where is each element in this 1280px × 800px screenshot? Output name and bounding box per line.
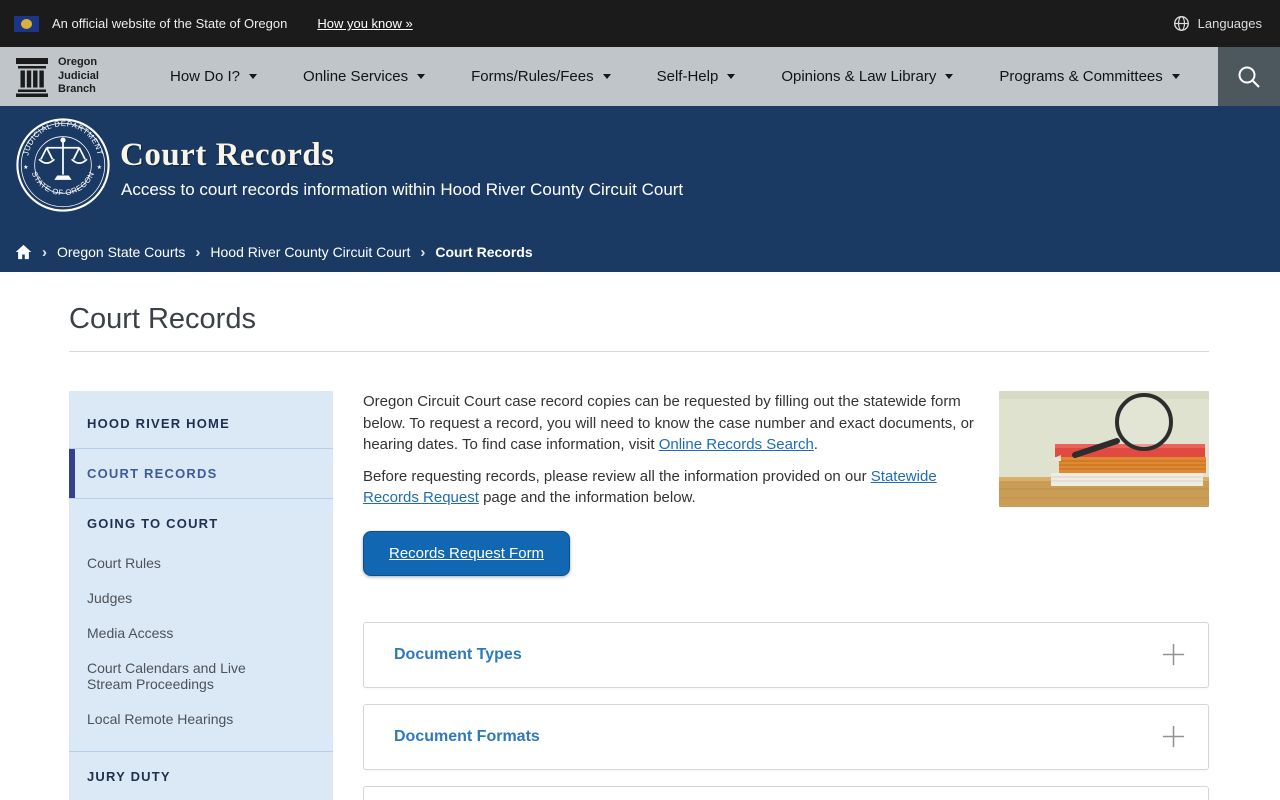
divider [69, 351, 1209, 352]
search-button[interactable] [1218, 47, 1280, 106]
chevron-down-icon [945, 74, 954, 79]
nav-programs-committees[interactable]: Programs & Committees [999, 68, 1180, 85]
how-you-know-link[interactable]: How you know » [317, 16, 412, 31]
chevron-right-icon: › [42, 243, 47, 261]
nav-online-services[interactable]: Online Services [303, 68, 426, 85]
online-records-search-link[interactable]: Online Records Search [659, 436, 814, 453]
main-content: Oregon Circuit Court case record copies … [363, 391, 1209, 800]
accordion-document-types[interactable]: Document Types [363, 621, 1209, 688]
breadcrumb-oregon-state-courts[interactable]: Oregon State Courts [57, 244, 185, 260]
sidebar-item-going-to-court[interactable]: GOING TO COURT [69, 499, 333, 539]
sidebar-item-court-records-active[interactable]: COURT RECORDS [69, 449, 333, 498]
sidebar-item-media-access[interactable]: Media Access [69, 615, 333, 650]
books-with-magnifying-glass-photo [999, 391, 1209, 507]
chevron-right-icon: › [420, 243, 426, 261]
home-icon[interactable] [15, 244, 32, 260]
plus-icon [1162, 643, 1185, 666]
svg-text:★: ★ [23, 164, 28, 171]
ojb-logo[interactable]: Oregon Judicial Branch [0, 56, 116, 97]
svg-text:★: ★ [97, 164, 102, 171]
records-request-form-button[interactable]: Records Request Form [363, 530, 571, 576]
main-navigation-bar: Oregon Judicial Branch How Do I? Online … [0, 47, 1280, 106]
accordion-list: Document Types Document Formats Audio Fo… [363, 621, 1209, 800]
nav-opinions-law-library[interactable]: Opinions & Law Library [781, 68, 954, 85]
chevron-down-icon [417, 74, 426, 79]
breadcrumb-current: Court Records [435, 244, 533, 260]
logo-text: Oregon Judicial Branch [58, 55, 99, 96]
sidebar-item-court-rules[interactable]: Court Rules [69, 545, 333, 580]
chevron-down-icon [249, 74, 258, 79]
nav-how-do-i[interactable]: How Do I? [170, 68, 258, 85]
sidebar-item-hood-river-home[interactable]: HOOD RIVER HOME [69, 399, 333, 448]
chevron-right-icon: › [195, 243, 201, 261]
hero-subtitle: Access to court records information with… [121, 180, 684, 199]
judicial-department-seal: JUDICIAL DEPARTMENT STATE OF OREGON ★ ★ [16, 118, 110, 212]
page-title: Court Records [69, 303, 256, 335]
languages-button[interactable]: Languages [1173, 15, 1262, 32]
sidebar-item-judges[interactable]: Judges [69, 580, 333, 615]
review-paragraph: Before requesting records, please review… [363, 467, 937, 507]
intro-paragraph: Oregon Circuit Court case record copies … [363, 393, 974, 453]
chevron-down-icon [1171, 74, 1180, 79]
plus-icon [1162, 725, 1185, 748]
utility-bar: An official website of the State of Oreg… [0, 0, 1280, 47]
nav-forms-rules-fees[interactable]: Forms/Rules/Fees [471, 68, 611, 85]
oregon-flag-icon [14, 15, 39, 32]
sidebar-item-jury-duty[interactable]: JURY DUTY [69, 752, 333, 800]
page-hero: JUDICIAL DEPARTMENT STATE OF OREGON ★ ★ … [0, 106, 1280, 272]
sidebar-item-court-calendars[interactable]: Court Calendars and Live Stream Proceedi… [69, 650, 309, 701]
accordion-audio-formats[interactable]: Audio Formats [363, 785, 1209, 800]
pillar-logo-icon [16, 57, 48, 97]
breadcrumb: › Oregon State Courts › Hood River Count… [0, 232, 533, 272]
nav-items: How Do I? Online Services Forms/Rules/Fe… [170, 68, 1180, 85]
nav-self-help[interactable]: Self-Help [657, 68, 736, 85]
sidebar-item-local-remote-hearings[interactable]: Local Remote Hearings [69, 701, 333, 736]
accordion-document-formats[interactable]: Document Formats [363, 703, 1209, 770]
languages-label: Languages [1197, 16, 1262, 31]
globe-icon [1173, 16, 1189, 31]
hero-title: Court Records [120, 137, 335, 173]
breadcrumb-hood-river-county[interactable]: Hood River County Circuit Court [210, 244, 410, 260]
chevron-down-icon [602, 74, 611, 79]
official-website-text: An official website of the State of Oreg… [52, 16, 288, 31]
chevron-down-icon [727, 74, 736, 79]
sidebar: HOOD RIVER HOME COURT RECORDS GOING TO C… [69, 391, 333, 800]
search-icon [1238, 66, 1260, 88]
